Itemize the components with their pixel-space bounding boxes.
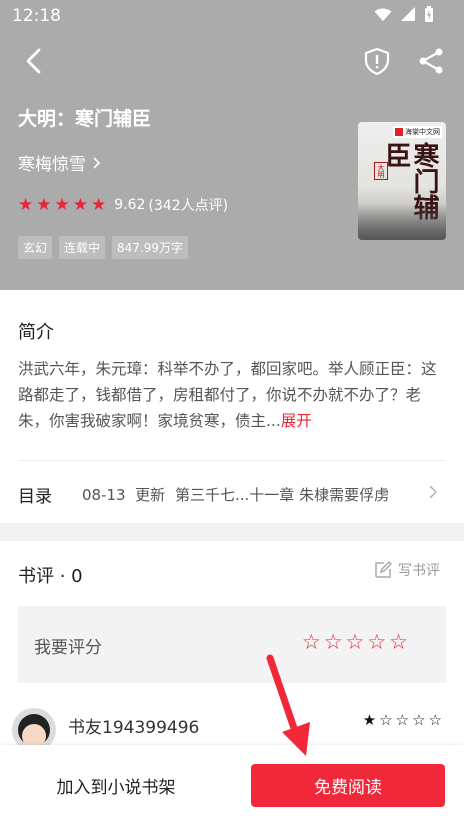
divider [18, 460, 446, 461]
cover-publisher-badge: 海棠中文网 [393, 126, 442, 138]
free-read-button[interactable]: 免费阅读 [251, 764, 445, 807]
star-filled-icon: ★ [54, 194, 70, 215]
signal-icon [401, 7, 415, 21]
star-outline-icon[interactable]: ☆ [324, 630, 343, 654]
report-shield-icon[interactable] [362, 46, 392, 76]
tag-genre[interactable]: 玄幻 [18, 236, 53, 259]
star-outline-icon: ☆ [395, 711, 410, 729]
toc-update: 08-13 更新 [82, 486, 166, 504]
intro-text: 洪武六年，朱元璋：科举不办了，都回家吧。举人顾正臣：这路都走了，钱都借了，房租都… [18, 360, 437, 430]
rating-row: ★ ★ ★ ★ ★ 9.62 (342人点评) [18, 195, 228, 215]
star-outline-icon[interactable]: ☆ [302, 630, 321, 654]
rate-stars: ☆ ☆ ☆ ☆ ☆ [302, 630, 408, 654]
star-filled-icon: ★ [91, 194, 107, 215]
expand-link[interactable]: 展开 [281, 412, 312, 430]
star-filled-icon: ★ [72, 194, 88, 215]
reviewer-name: 书友194399496 [68, 718, 200, 738]
intro-heading: 简介 [18, 322, 54, 343]
bottom-action-bar: 加入到小说书架 免费阅读 [0, 745, 464, 825]
add-to-shelf-button[interactable]: 加入到小说书架 [0, 745, 232, 825]
system-icons [374, 6, 434, 23]
star-outline-icon[interactable]: ☆ [389, 630, 408, 654]
toc-label: 目录 [18, 487, 52, 507]
star-filled-icon: ★ [362, 711, 377, 729]
tag-word-count: 847.99万字 [112, 236, 189, 259]
book-cover: 海棠中文网 大明 寒门辅臣 [358, 122, 446, 240]
author-link[interactable]: 寒梅惊雪 [18, 150, 101, 175]
intro-card: 简介 洪武六年，朱元璋：科举不办了，都回家吧。举人顾正臣：这路都走了，钱都借了，… [0, 290, 464, 523]
book-tags: 玄幻 连载中 847.99万字 [18, 236, 189, 259]
reviewer-stars: ★ ☆ ☆ ☆ ☆ [363, 711, 442, 729]
write-review-button[interactable]: 写书评 [373, 560, 440, 580]
chevron-right-icon [93, 156, 101, 169]
author-name: 寒梅惊雪 [18, 155, 86, 175]
star-filled-icon: ★ [18, 194, 34, 215]
book-title: 大明：寒门辅臣 [18, 108, 152, 130]
status-bar: 12:18 [0, 0, 464, 32]
cover-illustration [358, 204, 446, 240]
review-heading: 书评 · 0 [18, 566, 83, 587]
star-outline-icon: ☆ [379, 711, 393, 729]
star-outline-icon: ☆ [428, 711, 442, 729]
star-outline-icon[interactable]: ☆ [367, 630, 386, 654]
edit-pencil-icon [375, 560, 393, 578]
toc-latest-chapter: 第三千七...十一章 朱棣需要俘虏 [175, 486, 390, 504]
chevron-right-icon [429, 485, 438, 499]
rating-score: 9.62 [114, 197, 146, 213]
top-navbar [0, 40, 464, 84]
share-icon[interactable] [416, 46, 446, 76]
star-outline-icon[interactable]: ☆ [346, 630, 365, 654]
book-header: 12:18 大明：寒门辅臣 寒梅惊雪 ★ ★ ★ ★ ★ 9.62 (342人点… [0, 0, 464, 290]
rate-box: 我要评分 ☆ ☆ ☆ ☆ ☆ [18, 606, 446, 683]
review-section: 书评 · 0 写书评 我要评分 ☆ ☆ ☆ ☆ ☆ 书友194399496 ★ … [0, 541, 464, 752]
status-time: 12:18 [12, 6, 61, 26]
wifi-icon [374, 8, 392, 21]
star-filled-icon: ★ [36, 194, 52, 215]
write-review-label: 写书评 [398, 563, 440, 579]
star-outline-icon: ☆ [412, 711, 426, 729]
battery-icon [425, 6, 433, 22]
tag-status: 连载中 [59, 236, 106, 259]
rating-count: (342人点评) [148, 198, 229, 214]
rate-label: 我要评分 [34, 638, 102, 658]
toc-row[interactable]: 目录 08-13 更新 第三千七...十一章 朱棣需要俘虏 [0, 462, 464, 520]
back-arrow-icon[interactable] [20, 46, 50, 76]
